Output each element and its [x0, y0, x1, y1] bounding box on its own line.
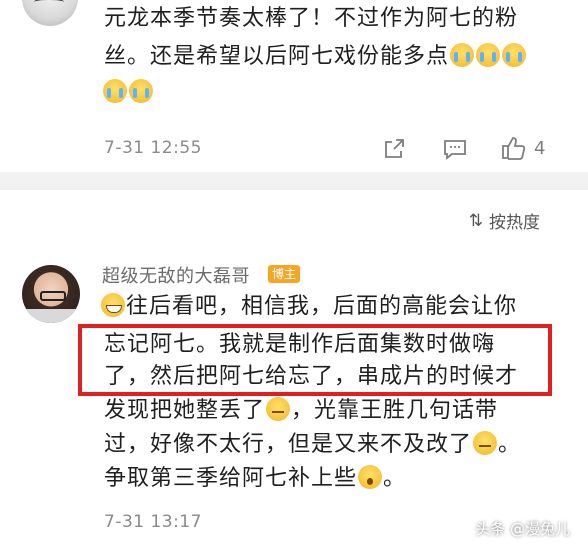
like-count: 4: [534, 138, 546, 159]
comment-line-2: 丝。还是希望以后阿七戏份能多点: [104, 42, 527, 72]
section-divider: [0, 172, 588, 190]
avatar[interactable]: [22, 0, 78, 26]
username[interactable]: 超级无敌的大磊哥: [102, 262, 250, 288]
avatar[interactable]: [22, 265, 80, 323]
speechless-emoji-icon: [473, 431, 498, 455]
reply-text: ，光靠王胜几句话带: [291, 398, 499, 423]
crying-emoji-icon: [502, 43, 527, 67]
crying-emoji-icon: [103, 79, 127, 103]
reply-text: 。: [498, 432, 522, 457]
sort-icon: ⇅: [468, 210, 483, 231]
reply-line-5: 过，好像不太行，但是又来不及改了。: [104, 430, 521, 460]
sort-toggle[interactable]: ⇅ 按热度: [468, 208, 540, 234]
watermark: 头条 @漫兔儿: [475, 520, 570, 538]
top-comment: 元龙本季节奏太棒了！不过作为阿七的粉 丝。还是希望以后阿七戏份能多点 7-31 …: [0, 0, 588, 172]
crying-emoji-icon: [476, 43, 501, 67]
reply-text: 。: [383, 466, 407, 491]
reply-text: 往后看吧，相信我，后面的高能会让你: [126, 294, 518, 319]
comment-line: 元龙本季节奏太棒了！不过作为阿七的粉: [104, 6, 519, 31]
crying-emoji-icon: [129, 79, 153, 103]
scared-emoji-icon: [358, 465, 383, 489]
reply-text: 发现把她整丢了: [104, 398, 266, 423]
grinning-emoji-icon: [101, 293, 125, 317]
timestamp: 7-31 13:17: [104, 512, 202, 532]
reply-text: 争取第三季给阿七补上些: [104, 466, 358, 491]
reply-line-6: 争取第三季给阿七补上些。: [104, 464, 406, 494]
reply-text: 过，好像不太行，但是又来不及改了: [104, 432, 473, 457]
crying-emoji-icon: [450, 43, 475, 67]
reply-line-4: 发现把她整丢了 ，光靠王胜几句话带: [104, 396, 498, 426]
share-icon[interactable]: [382, 137, 406, 161]
author-badge: 博主: [268, 265, 301, 283]
like-icon[interactable]: [500, 135, 526, 161]
awkward-emoji-icon: [266, 397, 291, 421]
comment-text: 丝。还是希望以后阿七戏份能多点: [104, 44, 450, 69]
timestamp: 7-31 12:55: [104, 138, 202, 158]
reply-line-1: 往后看吧，相信我，后面的高能会让你: [100, 292, 517, 322]
sort-label: 按热度: [489, 213, 540, 233]
highlight-annotation-box: [78, 324, 552, 396]
comment-icon[interactable]: [442, 137, 468, 161]
comment-line-3: [102, 78, 154, 108]
